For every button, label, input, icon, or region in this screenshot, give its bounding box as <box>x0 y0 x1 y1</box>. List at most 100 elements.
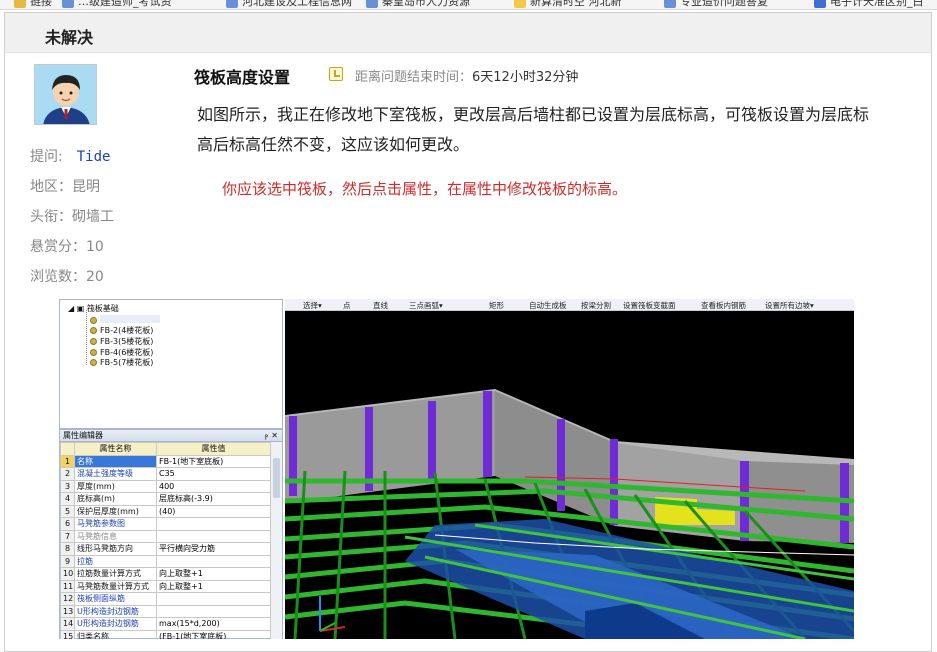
page-icon <box>664 0 676 8</box>
property-name: U形构造封边钢筋 <box>74 617 157 631</box>
pin-icon[interactable]: ⲣ <box>265 430 268 442</box>
property-value[interactable]: (40) <box>156 504 271 518</box>
property-name: 保护层厚度(mm) <box>74 504 157 518</box>
table-row[interactable]: 13 U形构造封边钢筋 <box>60 604 271 618</box>
scrollbar[interactable] <box>270 442 282 639</box>
bookmark-item[interactable]: 专业造价问题答复 <box>664 0 768 9</box>
property-name: 线形马凳筋方向 <box>74 542 157 556</box>
row-number: 11 <box>60 579 75 593</box>
tree-item[interactable]: FB-5(7楼花板) <box>90 357 153 368</box>
property-value[interactable] <box>156 517 271 531</box>
property-value[interactable]: (FB-1(地下室底板) <box>156 629 271 639</box>
clock-icon <box>329 67 343 81</box>
asker-name-link[interactable]: Tide <box>77 149 111 165</box>
deadline: 距离问题结束时间：6天12小时32分钟 <box>355 70 579 85</box>
gear-icon <box>90 317 97 324</box>
property-value[interactable]: 平行横向受力筋 <box>156 542 271 556</box>
asker-row: 提问: Tide <box>30 149 111 165</box>
avatar[interactable] <box>34 64 97 125</box>
question-screenshot[interactable]: ◢ ▣ 筏板基础 FB-2(4楼花板) FB-3(5楼花板) FB-4(6楼花板… <box>59 299 854 639</box>
table-row[interactable]: 11 马凳筋数量计算方式 向上取整+1 <box>60 579 271 593</box>
bookmark-item[interactable]: 电子计天准区别_白 <box>814 0 924 9</box>
bookmark-item[interactable]: 河北建设及工程信息网 <box>226 0 352 9</box>
toolbar-arc[interactable]: 三点画弧▾ <box>409 300 443 311</box>
rank: 头衔：砌墙工 <box>30 209 114 225</box>
page-icon <box>814 0 826 8</box>
property-name: 归类名称 <box>74 629 157 639</box>
user-avatar-icon <box>35 65 96 124</box>
panel-header: 未解决 <box>5 13 931 53</box>
property-value[interactable]: 向上取整+1 <box>156 579 271 593</box>
toolbar-set-slopes[interactable]: 设置所有边坡▾ <box>765 300 814 311</box>
toolbar-select[interactable]: 选择▾ <box>303 300 322 311</box>
table-row[interactable]: 6 马凳筋参数图 <box>60 517 271 531</box>
property-value[interactable] <box>156 554 271 568</box>
tree-item[interactable] <box>90 315 160 325</box>
toolbar-split[interactable]: 按梁分割 <box>581 300 611 311</box>
bookmarks-bar: 链接 …级建造师_考试资 河北建设及工程信息网 秦皇岛市人力资源 新算清时空 河… <box>0 0 937 10</box>
property-value[interactable]: FB-1(地下室底板) <box>156 454 271 468</box>
row-number: 8 <box>60 542 75 556</box>
table-row[interactable]: 8 线形马凳筋方向 平行横向受力筋 <box>60 542 271 556</box>
row-number: 2 <box>60 467 75 481</box>
table-row[interactable]: 12 筏板侧面纵筋 <box>60 592 271 606</box>
page-icon <box>62 0 74 8</box>
row-number: 7 <box>60 529 75 543</box>
property-value[interactable] <box>156 529 271 543</box>
column-header <box>60 442 75 456</box>
tree-root[interactable]: ◢ ▣ 筏板基础 <box>68 303 119 314</box>
close-icon[interactable]: ✕ <box>271 430 278 442</box>
property-name: 筏板侧面纵筋 <box>74 592 157 606</box>
table-row[interactable]: 1 名称 FB-1(地下室底板) <box>60 454 271 468</box>
toolbar-view-rebar[interactable]: 查看板内钢筋 <box>701 300 746 311</box>
tree-item[interactable]: FB-3(5楼花板) <box>90 336 153 347</box>
property-value[interactable] <box>156 604 271 618</box>
tree-item[interactable]: FB-2(4楼花板) <box>90 325 153 336</box>
property-name: 马凳筋数量计算方式 <box>74 579 157 593</box>
row-number: 6 <box>60 517 75 531</box>
table-row[interactable]: 7 马凳筋信息 <box>60 529 271 543</box>
property-value[interactable]: 400 <box>156 479 271 493</box>
table-row[interactable]: 5 保护层厚度(mm) (40) <box>60 504 271 518</box>
row-number: 9 <box>60 554 75 568</box>
user-info: 提问: Tide 地区：昆明 头衔：砌墙工 悬赏分：10 浏览数：20 <box>30 142 114 292</box>
property-name: 名称 <box>74 454 157 468</box>
table-row[interactable]: 15 归类名称 (FB-1(地下室底板) <box>60 629 271 639</box>
toolbar-point[interactable]: 点 <box>343 300 351 311</box>
table-row[interactable]: 9 拉筋 <box>60 554 271 568</box>
answer-text: 你应该选中筏板，然后点击属性，在属性中修改筏板的标高。 <box>222 180 628 198</box>
table-row[interactable]: 3 厚度(mm) 400 <box>60 479 271 493</box>
property-value[interactable]: 向上取整+1 <box>156 567 271 581</box>
row-number: 14 <box>60 617 75 631</box>
3d-viewport[interactable] <box>285 311 854 639</box>
region: 地区：昆明 <box>30 179 100 195</box>
property-table: 属性名称 属性值 1 名称 FB-1(地下室底板) 2 混凝土强度等级 C35 3 厚度(mm… <box>60 442 271 639</box>
property-value[interactable]: C35 <box>156 467 271 481</box>
row-number: 3 <box>60 479 75 493</box>
row-number: 12 <box>60 592 75 606</box>
table-row[interactable]: 14 U形构造封边钢筋 max(15*d,200) <box>60 617 271 631</box>
bookmark-links[interactable]: 链接 <box>14 0 52 9</box>
toolbar-rect[interactable]: 矩形 <box>489 300 504 311</box>
property-name: 拉筋数量计算方式 <box>74 567 157 581</box>
bounty: 悬赏分：10 <box>30 239 104 255</box>
model-render <box>285 311 854 639</box>
page-icon <box>514 0 526 8</box>
toolbar-auto-slab[interactable]: 自动生成板 <box>529 300 567 311</box>
bookmark-item[interactable]: 秦皇岛市人力资源 <box>366 0 470 9</box>
gear-icon <box>90 327 97 334</box>
property-name: 底标高(m) <box>74 492 157 506</box>
property-value[interactable] <box>156 592 271 606</box>
property-value[interactable]: 层底标高(-3.9) <box>156 492 271 506</box>
property-value[interactable]: max(15*d,200) <box>156 617 271 631</box>
table-row[interactable]: 10 拉筋数量计算方式 向上取整+1 <box>60 567 271 581</box>
column-header: 属性名称 <box>74 442 157 456</box>
property-name: U形构造封边钢筋 <box>74 604 157 618</box>
table-row[interactable]: 4 底标高(m) 层底标高(-3.9) <box>60 492 271 506</box>
toolbar-variable-section[interactable]: 设置筏板变截面 <box>623 300 676 311</box>
bookmark-item[interactable]: …级建造师_考试资 <box>62 0 172 9</box>
bookmark-item[interactable]: 新算清时空 河北新 <box>514 0 622 9</box>
table-row[interactable]: 2 混凝土强度等级 C35 <box>60 467 271 481</box>
toolbar-line[interactable]: 直线 <box>373 300 388 311</box>
row-number: 5 <box>60 504 75 518</box>
